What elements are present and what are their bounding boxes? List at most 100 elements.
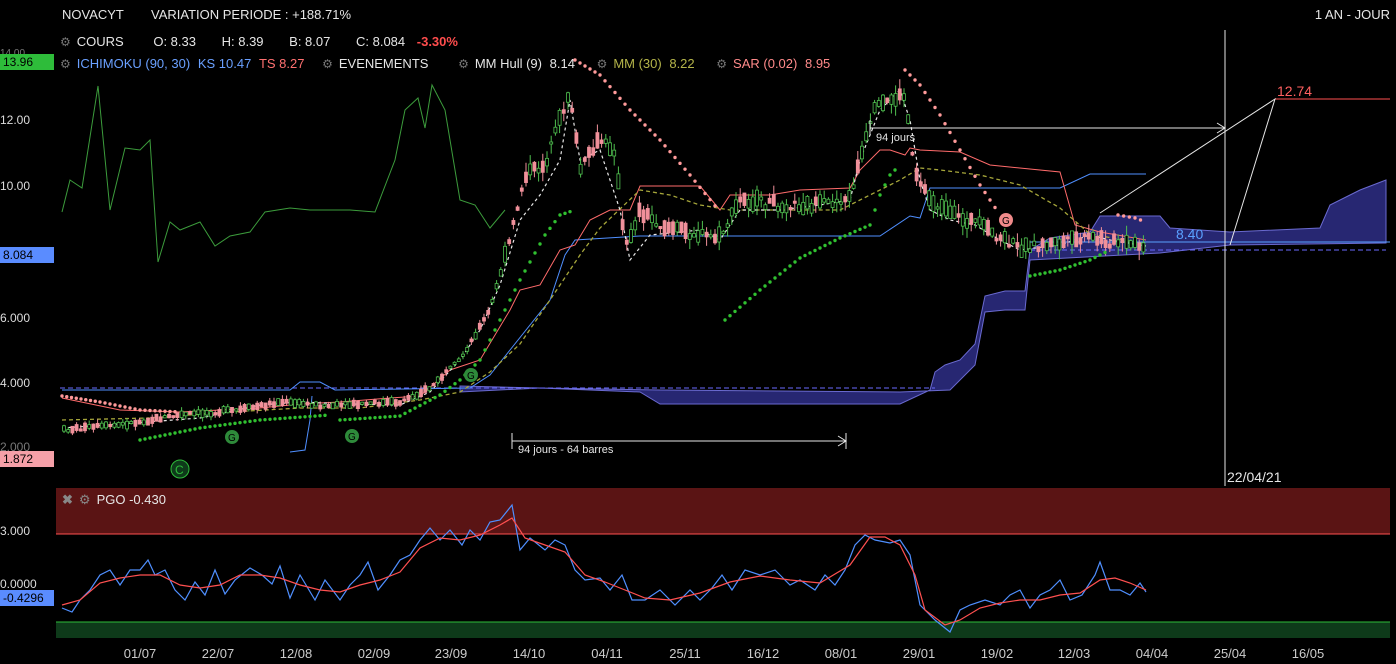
candle: [725, 223, 730, 228]
candle: [687, 233, 692, 240]
candle: [192, 410, 197, 417]
sar-dot: [223, 422, 227, 427]
candle: [183, 411, 188, 417]
candle: [763, 204, 768, 210]
candle: [1116, 239, 1121, 248]
signal-c-marker[interactable]: C: [170, 459, 190, 479]
sar-dot: [798, 256, 802, 260]
sar-dot: [978, 183, 982, 187]
sar-dot: [258, 418, 262, 422]
sar-dot: [168, 432, 172, 436]
sar-dot: [388, 414, 392, 419]
sar-dot: [573, 58, 577, 62]
sar-dot: [168, 409, 172, 414]
candle: [721, 230, 726, 235]
candle: [734, 199, 738, 214]
candle: [1120, 237, 1125, 244]
candle: [519, 187, 524, 192]
sar-dot: [733, 309, 737, 314]
candle: [1002, 231, 1007, 244]
candle: [792, 200, 797, 204]
candle: [1103, 239, 1108, 248]
candle: [414, 391, 419, 400]
candle: [645, 208, 650, 220]
signal-g-marker[interactable]: G: [345, 429, 359, 443]
signal-g-marker[interactable]: G: [464, 368, 478, 382]
candle: [666, 221, 671, 234]
sar-dot: [528, 260, 532, 264]
sar-dot: [683, 167, 687, 171]
sar-dot: [203, 425, 207, 430]
price-tick: 4.000: [0, 376, 31, 390]
candle: [1032, 240, 1037, 247]
candle: [175, 412, 180, 418]
candle: [629, 229, 633, 243]
candle: [809, 203, 814, 214]
close-icon[interactable]: ✖: [62, 492, 73, 507]
gear-icon[interactable]: ⚙: [79, 492, 91, 507]
sar-dot: [438, 393, 442, 397]
candle: [440, 373, 444, 381]
candle: [939, 199, 944, 215]
sar-dot: [763, 284, 767, 288]
candle: [1078, 237, 1083, 245]
sar-dot: [478, 358, 482, 362]
sar-dot: [538, 242, 542, 246]
sar-dot: [693, 179, 697, 183]
candle: [188, 411, 192, 415]
sar-dot: [378, 415, 382, 420]
candle: [704, 231, 709, 238]
candle: [83, 422, 87, 432]
candle: [566, 92, 570, 103]
sar-dot: [178, 430, 182, 434]
sar-dot: [233, 421, 237, 426]
ichimoku-cloud: [459, 179, 1387, 405]
sar-dot: [818, 246, 822, 250]
candle: [343, 401, 348, 406]
candle: [620, 219, 625, 231]
sar-dot: [133, 407, 137, 411]
sar-dot: [598, 73, 602, 77]
sar-dot: [98, 400, 102, 404]
candle: [133, 419, 138, 427]
candle: [427, 386, 432, 392]
sar-dot: [208, 424, 212, 429]
x-tick: 23/09: [434, 646, 468, 661]
price-chart[interactable]: 94 jours 94 jours - 64 barres 22/04/21 1…: [0, 0, 1396, 664]
candle: [931, 195, 936, 212]
candle: [158, 416, 163, 423]
candle: [843, 196, 848, 203]
candle: [578, 163, 583, 175]
sar-dot: [1083, 259, 1087, 264]
sar-dot: [1043, 271, 1047, 275]
sar-dot: [418, 403, 422, 408]
candle: [1133, 236, 1137, 248]
candle: [305, 401, 310, 406]
signal-g-marker[interactable]: G: [225, 430, 239, 444]
candle: [818, 194, 822, 209]
candle: [482, 317, 486, 322]
price-tick: 10.00: [0, 179, 31, 193]
sar-dot: [433, 395, 437, 400]
candle: [87, 424, 92, 429]
svg-text:G: G: [467, 371, 475, 382]
candle: [1074, 231, 1079, 248]
sar-dot: [483, 348, 487, 352]
candle: [402, 398, 407, 402]
sar-dot: [1103, 250, 1107, 255]
sar-dot: [153, 409, 157, 413]
sar-dot: [163, 433, 167, 437]
sar-dot: [833, 238, 837, 243]
candle: [561, 109, 566, 114]
sar-dot: [983, 190, 987, 195]
signal-g-sell-marker[interactable]: G: [999, 213, 1013, 227]
candle: [574, 132, 579, 144]
candle: [398, 400, 402, 406]
candle: [78, 428, 83, 432]
sar-dot: [728, 314, 732, 318]
sar-dot: [928, 98, 932, 102]
sar-dot: [943, 122, 947, 126]
sar-dot: [153, 435, 157, 439]
candle: [104, 421, 108, 429]
candle: [1044, 242, 1049, 252]
